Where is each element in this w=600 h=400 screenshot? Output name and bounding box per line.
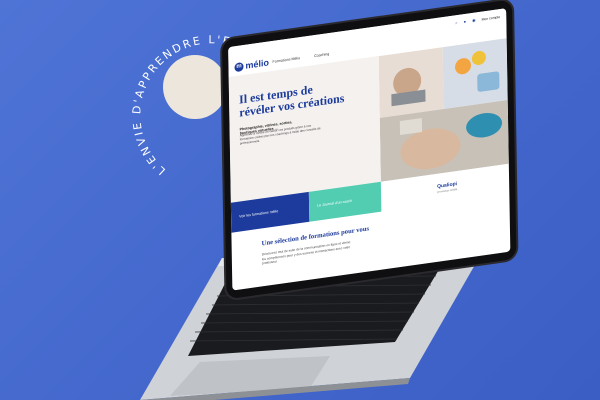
site-logo[interactable]: m mélio xyxy=(234,57,269,72)
nav-item-formations[interactable]: Formations Mélio xyxy=(272,56,300,64)
header-actions: ⌕ ● ◉ Mon compte xyxy=(455,14,500,25)
user-icon[interactable]: ◉ xyxy=(472,17,476,22)
main-nav: Formations Mélio Coaching xyxy=(272,52,329,64)
nav-item-coaching[interactable]: Coaching xyxy=(314,52,329,58)
hero-photos xyxy=(378,38,509,182)
hero-photo-grid xyxy=(378,38,509,182)
logo-icon: m xyxy=(234,61,244,72)
logo-text: mélio xyxy=(245,57,270,71)
laptop: m mélio Formations Mélio Coaching ⌕ ● ◉ … xyxy=(0,0,600,400)
account-link[interactable]: Mon compte xyxy=(482,14,501,21)
laptop-lid: m mélio Formations Mélio Coaching ⌕ ● ◉ … xyxy=(222,0,517,300)
cart-icon[interactable]: ● xyxy=(464,19,467,24)
website-screen: m mélio Formations Mélio Coaching ⌕ ● ◉ … xyxy=(228,8,511,291)
search-icon[interactable]: ⌕ xyxy=(455,20,457,25)
